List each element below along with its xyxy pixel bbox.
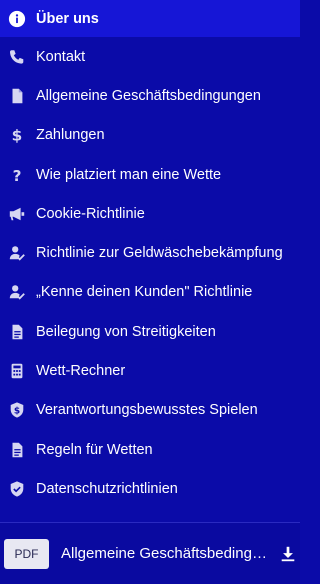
menu-item-label: Regeln für Wetten	[36, 441, 153, 458]
svg-text:?: ?	[13, 166, 22, 183]
menu-item-agb[interactable]: Allgemeine Geschäftsbedingungen	[0, 76, 300, 115]
info-icon	[8, 10, 26, 28]
menu-item-geldwaesche[interactable]: Richtlinie zur Geldwäschebekämpfung	[0, 233, 300, 272]
pdf-download-bar[interactable]: PDF Allgemeine Geschäftsbedingungen	[0, 523, 300, 584]
menu-item-label: „Kenne deinen Kunden" Richtlinie	[36, 284, 253, 301]
menu-item-label: Datenschutzrichtlinien	[36, 480, 178, 497]
menu-item-label: Wie platziert man eine Wette	[36, 166, 222, 183]
menu-item-label: Beilegung von Streitigkeiten	[36, 323, 216, 340]
menu-item-regeln-fuer-wetten[interactable]: Regeln für Wetten	[0, 430, 300, 469]
menu-item-label: Cookie-Richtlinie	[36, 205, 145, 222]
pdf-document-title[interactable]: Allgemeine Geschäftsbedingungen	[61, 545, 271, 562]
menu-item-label: Verantwortungsbewusstes Spielen	[36, 402, 258, 419]
side-menu: Über uns Kontakt Allgemeine Geschäftsbed…	[0, 0, 300, 509]
menu-item-label: Allgemeine Geschäftsbedingungen	[36, 87, 261, 104]
svg-text:$: $	[12, 127, 23, 145]
menu-item-wett-rechner[interactable]: Wett-Rechner	[0, 351, 300, 390]
menu-item-kyc[interactable]: „Kenne deinen Kunden" Richtlinie	[0, 273, 300, 312]
calculator-icon	[8, 362, 26, 380]
phone-icon	[8, 48, 26, 66]
user-check-icon	[8, 244, 26, 262]
shield-dollar-icon: $	[8, 401, 26, 419]
document-text-icon	[8, 441, 26, 459]
pdf-file-icon: PDF	[4, 538, 49, 569]
document-icon	[8, 87, 26, 105]
menu-item-label: Zahlungen	[36, 127, 105, 144]
menu-item-kontakt[interactable]: Kontakt	[0, 37, 300, 76]
megaphone-icon	[8, 205, 26, 223]
menu-item-label: Richtlinie zur Geldwäschebekämpfung	[36, 245, 283, 262]
user-check-icon	[8, 283, 26, 301]
document-text-icon	[8, 323, 26, 341]
download-icon[interactable]	[277, 543, 299, 565]
svg-text:$: $	[14, 407, 20, 417]
menu-item-label: Wett-Rechner	[36, 363, 126, 380]
menu-item-label: Kontakt	[36, 48, 86, 65]
menu-item-streitigkeiten[interactable]: Beilegung von Streitigkeiten	[0, 312, 300, 351]
menu-item-verantwortungsbewusstes-spielen[interactable]: $ Verantwortungsbewusstes Spielen	[0, 391, 300, 430]
dollar-icon: $	[8, 126, 26, 145]
menu-item-datenschutz[interactable]: Datenschutzrichtlinien	[0, 469, 300, 508]
menu-item-zahlungen[interactable]: $ Zahlungen	[0, 116, 300, 155]
menu-item-ueber-uns[interactable]: Über uns	[0, 0, 300, 37]
menu-item-cookie-richtlinie[interactable]: Cookie-Richtlinie	[0, 194, 300, 233]
menu-item-label: Über uns	[36, 10, 99, 27]
menu-item-wette-platzieren[interactable]: ? Wie platziert man eine Wette	[0, 155, 300, 194]
question-icon: ?	[8, 166, 26, 183]
shield-check-icon	[8, 480, 26, 498]
